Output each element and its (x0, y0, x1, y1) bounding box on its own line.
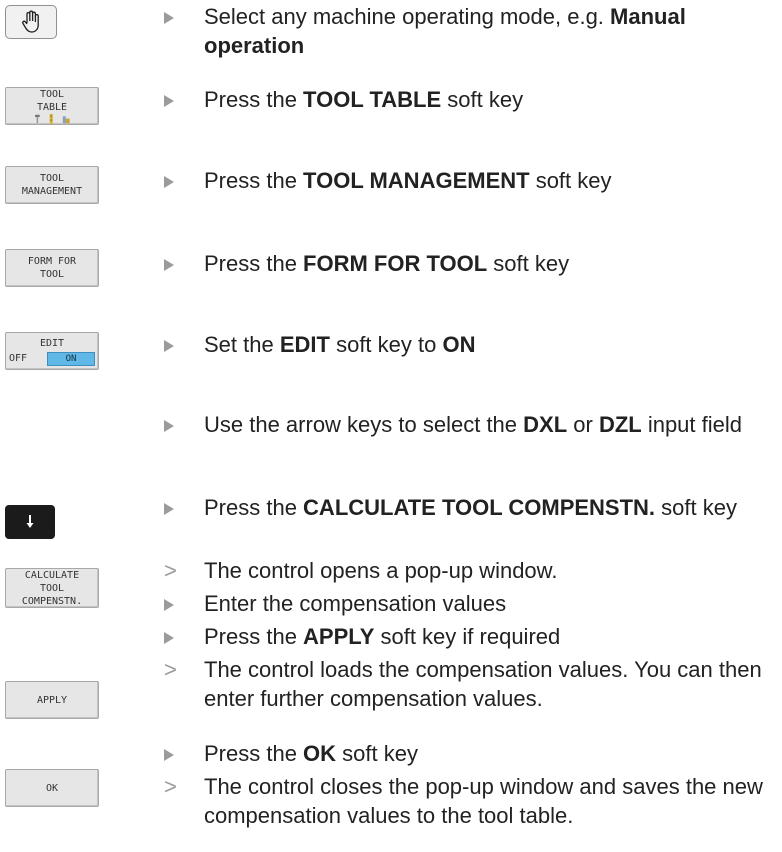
step-triangle-icon (164, 749, 174, 761)
calculate-tool-compensation-softkey[interactable]: CALCULATE TOOL COMPENSTN. (5, 568, 99, 608)
step-triangle-icon (164, 420, 174, 432)
step-enter-values: Enter the compensation values (164, 589, 776, 618)
step-triangle-icon (164, 12, 174, 24)
form-for-tool-softkey[interactable]: FORM FOR TOOL (5, 249, 99, 287)
step-tool-table: Press the TOOL TABLE soft key (164, 85, 776, 114)
step-triangle-icon (164, 95, 174, 107)
tool-management-softkey[interactable]: TOOL MANAGEMENT (5, 166, 99, 204)
step-tool-management: Press the TOOL MANAGEMENT soft key (164, 166, 776, 195)
step-apply: Press the APPLY soft key if required (164, 622, 776, 651)
arrow-down-key[interactable] (5, 505, 55, 539)
step-form-for-tool: Press the FORM FOR TOOL soft key (164, 249, 776, 278)
step-triangle-icon (164, 259, 174, 271)
tool-table-icon (35, 114, 70, 124)
result-mark: > (164, 657, 177, 682)
manual-operation-key[interactable] (5, 5, 57, 39)
result-popup-opens: > The control opens a pop-up window. (164, 558, 558, 583)
result-mark: > (164, 774, 177, 799)
step-arrow-keys: Use the arrow keys to select the DXL or … (164, 410, 776, 439)
tool-table-softkey[interactable]: TOOL TABLE (5, 87, 99, 125)
step-ok: Press the OK soft key (164, 739, 776, 768)
ok-softkey[interactable]: OK (5, 769, 99, 807)
step-triangle-icon (164, 599, 174, 611)
arrow-down-icon (26, 515, 34, 528)
edit-on-label: ON (47, 351, 95, 366)
result-values-loaded: > The control loads the compensation val… (164, 657, 762, 711)
edit-off-label: OFF (9, 353, 28, 364)
result-mark: > (164, 558, 177, 583)
apply-softkey[interactable]: APPLY (5, 681, 99, 719)
edit-on-off-switch[interactable]: OFF ON (9, 351, 95, 366)
step-triangle-icon (164, 176, 174, 188)
hand-icon (22, 10, 39, 33)
step-triangle-icon (164, 632, 174, 644)
step-triangle-icon (164, 340, 174, 352)
result-popup-closes: > The control closes the pop-up window a… (164, 774, 763, 828)
step-select-mode: Select any machine operating mode, e.g. … (164, 2, 776, 60)
step-calculate-compensation: Press the CALCULATE TOOL COMPENSTN. soft… (164, 493, 776, 522)
step-edit-on: Set the EDIT soft key to ON (164, 330, 776, 359)
edit-softkey[interactable]: EDIT OFF ON (5, 332, 99, 370)
step-triangle-icon (164, 503, 174, 515)
